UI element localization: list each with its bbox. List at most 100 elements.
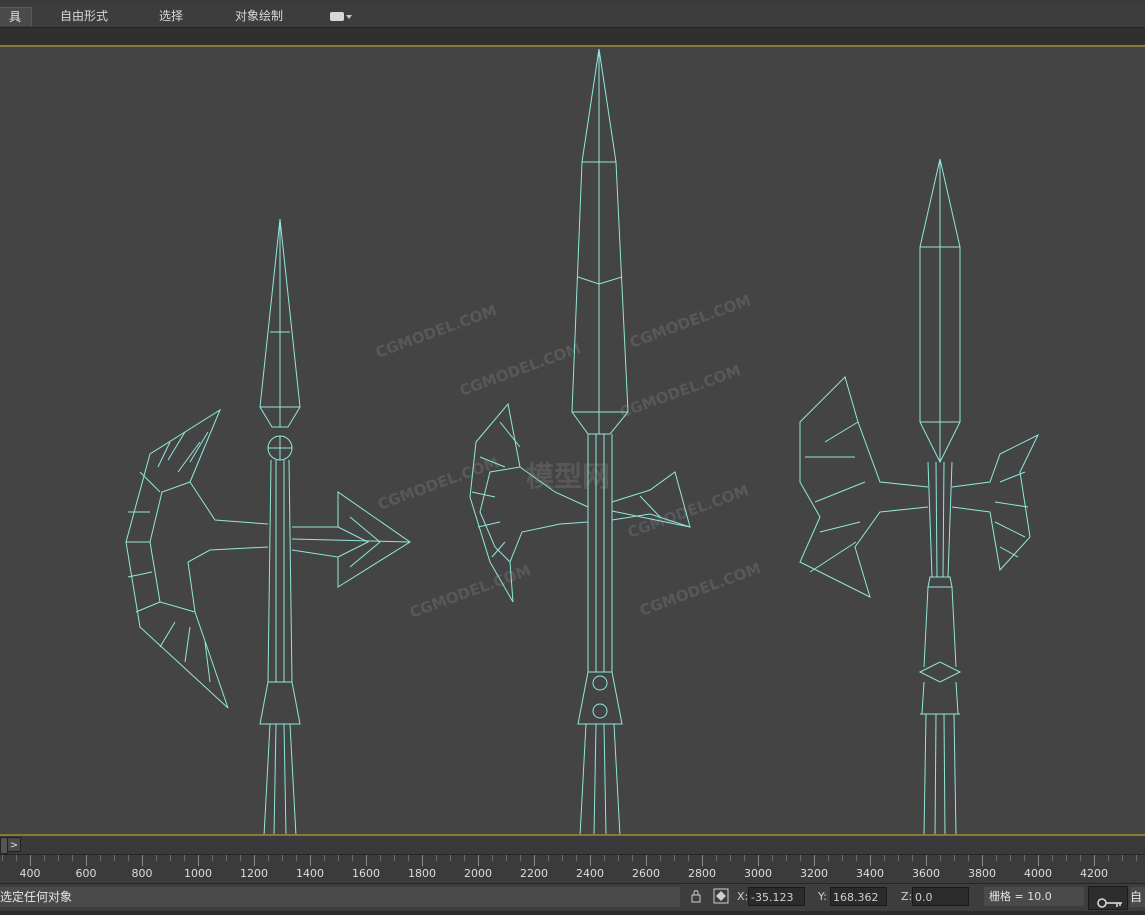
- ruler-minor-tick: [44, 855, 45, 861]
- ruler-minor-tick: [772, 855, 773, 861]
- ruler-minor-tick: [716, 855, 717, 861]
- ruler-major-tick: [198, 855, 199, 866]
- ruler-minor-tick: [352, 855, 353, 861]
- ruler-major-tick: [982, 855, 983, 866]
- ruler-minor-tick: [1024, 855, 1025, 861]
- set-key-button[interactable]: [1088, 886, 1128, 910]
- ribbon-tab-bar: 具 自由形式 选择 对象绘制: [0, 5, 1145, 28]
- ruler-minor-tick: [394, 855, 395, 861]
- halberd-center[interactable]: [469, 48, 691, 836]
- ruler-major-tick: [758, 855, 759, 866]
- ruler-minor-tick: [954, 855, 955, 861]
- ruler-minor-tick: [2, 855, 3, 861]
- ribbon-dropdown-button[interactable]: [330, 10, 356, 24]
- ruler-minor-tick: [450, 855, 451, 861]
- ruler-minor-tick: [268, 855, 269, 861]
- ruler-label: 1600: [352, 867, 380, 880]
- ruler-minor-tick: [16, 855, 17, 861]
- ruler-label: 2200: [520, 867, 548, 880]
- viewport[interactable]: CGMODEL.COM CGMODEL.COM CGMODEL.COM CGMO…: [0, 45, 1145, 836]
- ruler-minor-tick: [828, 855, 829, 861]
- ruler-major-tick: [478, 855, 479, 866]
- ruler-major-tick: [870, 855, 871, 866]
- y-coordinate-field[interactable]: 168.362: [830, 887, 887, 906]
- ruler-minor-tick: [632, 855, 633, 861]
- halberd-left[interactable]: [125, 218, 411, 836]
- status-message: 选定任何对象: [0, 887, 680, 907]
- auto-key-button[interactable]: 自动: [1130, 887, 1145, 907]
- x-label: X:: [737, 890, 749, 903]
- ruler-minor-tick: [408, 855, 409, 861]
- ruler-major-tick: [366, 855, 367, 866]
- ruler-major-tick: [86, 855, 87, 866]
- tab-object-paint[interactable]: 对象绘制: [220, 7, 298, 25]
- ruler-major-tick: [254, 855, 255, 866]
- lock-icon[interactable]: [688, 888, 704, 904]
- ruler-major-tick: [534, 855, 535, 866]
- ruler-label: 3400: [856, 867, 884, 880]
- ruler-major-tick: [142, 855, 143, 866]
- grid-size-display: 栅格 = 10.0: [984, 887, 1084, 906]
- ruler-minor-tick: [1136, 855, 1137, 861]
- ruler-minor-tick: [436, 855, 437, 861]
- halberd-right[interactable]: [799, 158, 1040, 836]
- ruler-major-tick: [814, 855, 815, 866]
- ruler-label: 4200: [1080, 867, 1108, 880]
- ruler-minor-tick: [884, 855, 885, 861]
- y-label: Y:: [818, 890, 827, 903]
- ruler-label: 3600: [912, 867, 940, 880]
- ruler-label: 2800: [688, 867, 716, 880]
- wireframe-objects: [125, 48, 1040, 836]
- ruler-minor-tick: [1108, 855, 1109, 861]
- time-next-button[interactable]: >: [7, 837, 21, 852]
- tab-freeform[interactable]: 自由形式: [44, 7, 124, 25]
- ruler-minor-tick: [786, 855, 787, 861]
- ruler-minor-tick: [128, 855, 129, 861]
- z-coordinate-field[interactable]: 0.0: [912, 887, 969, 906]
- track-bar-ruler[interactable]: 400 600 800 1000 1200 1400 1600 1800 2000 2200 240…: [0, 854, 1145, 884]
- tab-selection[interactable]: 选择: [140, 7, 202, 25]
- ruler-minor-tick: [100, 855, 101, 861]
- ruler-major-tick: [1038, 855, 1039, 866]
- x-coordinate-field[interactable]: -35.123: [748, 887, 805, 906]
- key-icon: [1097, 898, 1122, 908]
- ribbon-panel-strip: [0, 28, 1145, 45]
- chevron-down-icon: [330, 12, 344, 21]
- watermark-text: CGMODEL.COM: [617, 361, 743, 422]
- wireframe-canvas[interactable]: CGMODEL.COM CGMODEL.COM CGMODEL.COM CGMO…: [0, 47, 1145, 836]
- ruler-label: 3200: [800, 867, 828, 880]
- ruler-minor-tick: [618, 855, 619, 861]
- status-bar: 选定任何对象 X: -35.123 Y: 168.362 Z: 0.0 栅格 =…: [0, 883, 1145, 911]
- tab-tools[interactable]: 具: [0, 7, 32, 26]
- ruler-minor-tick: [212, 855, 213, 861]
- ruler-minor-tick: [968, 855, 969, 861]
- ruler-minor-tick: [744, 855, 745, 861]
- ruler-minor-tick: [1080, 855, 1081, 861]
- dropdown-arrow-icon: [346, 15, 352, 19]
- ruler-minor-tick: [996, 855, 997, 861]
- time-slider[interactable]: >: [0, 836, 1145, 854]
- ruler-label: 400: [19, 867, 41, 880]
- watermark-brand: 模型网: [526, 460, 610, 493]
- ruler-minor-tick: [800, 855, 801, 861]
- absolute-mode-icon[interactable]: [713, 888, 729, 904]
- ruler-minor-tick: [338, 855, 339, 861]
- ruler-minor-tick: [688, 855, 689, 861]
- ruler-label: 2400: [576, 867, 604, 880]
- ruler-minor-tick: [940, 855, 941, 861]
- ruler-minor-tick: [506, 855, 507, 861]
- ruler-minor-tick: [240, 855, 241, 861]
- ruler-label: 1400: [296, 867, 324, 880]
- ruler-minor-tick: [562, 855, 563, 861]
- ruler-major-tick: [310, 855, 311, 866]
- ruler-minor-tick: [1066, 855, 1067, 861]
- ruler-label: 1800: [408, 867, 436, 880]
- ruler-label: 2600: [632, 867, 660, 880]
- ruler-major-tick: [1094, 855, 1095, 866]
- ruler-minor-tick: [226, 855, 227, 861]
- ruler-minor-tick: [898, 855, 899, 861]
- ruler-minor-tick: [1122, 855, 1123, 861]
- ruler-minor-tick: [184, 855, 185, 861]
- ruler-minor-tick: [170, 855, 171, 861]
- watermark-text: CGMODEL.COM: [625, 481, 751, 542]
